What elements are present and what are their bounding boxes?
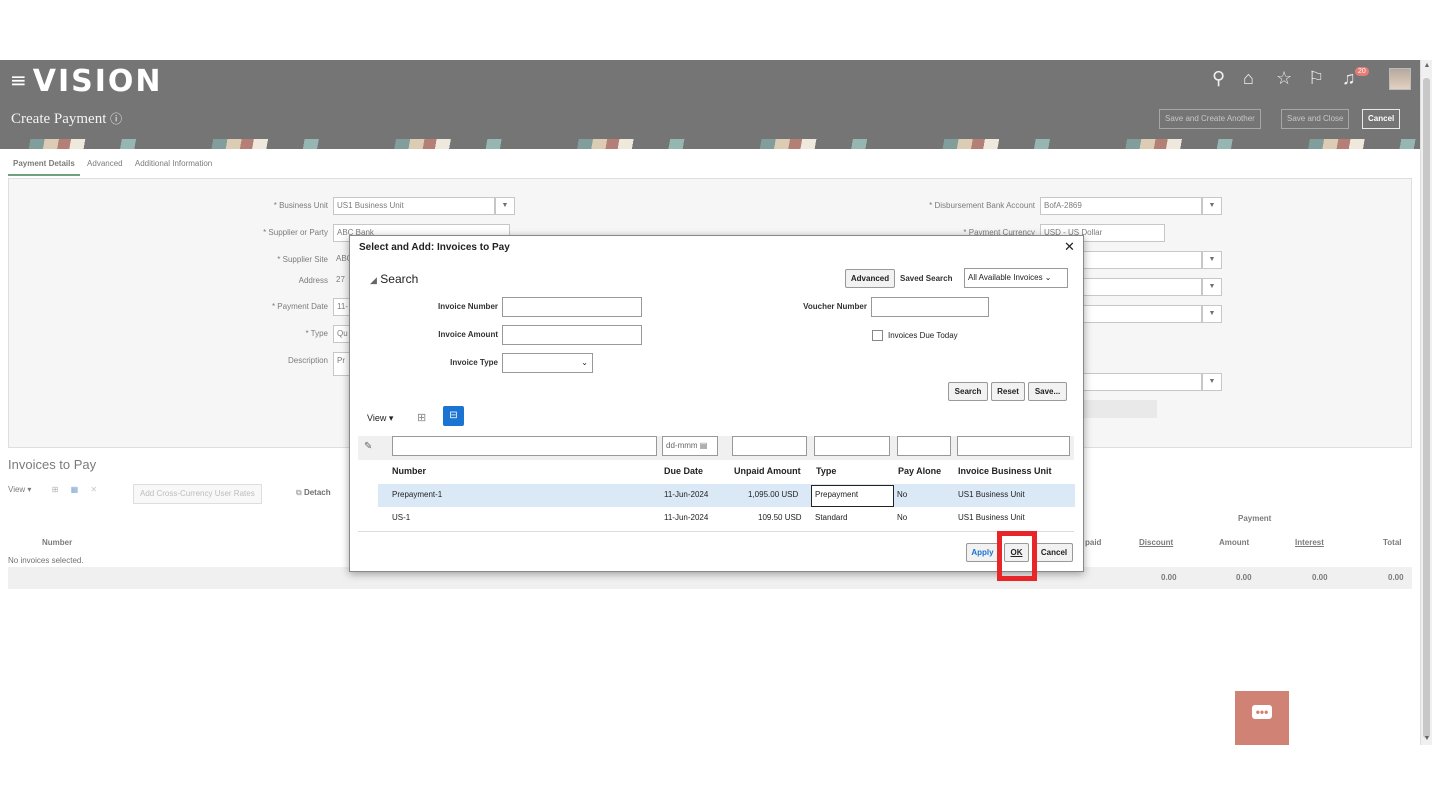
invoice-number-input[interactable] [502,297,642,317]
filter-business-unit[interactable] [957,436,1070,456]
scrollbar-thumb[interactable] [1423,78,1430,738]
table-row[interactable]: US-1 11-Jun-2024 109.50 USD Standard No … [378,507,1075,530]
cell-business-unit: US1 Business Unit [958,490,1025,499]
cell-due-date: 11-Jun-2024 [664,490,709,499]
collapse-triangle-icon: ◢ [370,275,377,285]
col-due-date[interactable]: Due Date [664,466,703,476]
table-row[interactable]: Prepayment-1 11-Jun-2024 1,095.00 USD Pr… [378,484,1075,507]
invoice-type-select[interactable]: ⌄ [502,353,593,373]
select-invoices-dialog: Select and Add: Invoices to Pay ✕ ◢ Sear… [349,235,1084,581]
saved-search-label: Saved Search [900,274,953,283]
col-number[interactable]: Number [392,466,426,476]
calendar-icon[interactable]: ▤ [700,441,708,450]
query-by-example-icon[interactable]: ⊟ [443,406,464,426]
col-unpaid-amount[interactable]: Unpaid Amount [734,466,801,476]
vertical-scrollbar[interactable]: ▲ ▼ [1420,60,1432,745]
cell-number: US-1 [392,513,411,522]
cell-business-unit: US1 Business Unit [958,513,1025,522]
voucher-number-input[interactable] [871,297,989,317]
apply-button[interactable]: Apply [966,543,999,562]
cell-type: Prepayment [815,490,859,499]
invoices-due-today-label: Invoices Due Today [888,331,958,340]
pencil-icon: ✎ [364,441,373,452]
search-section-header[interactable]: ◢ Search [370,272,418,286]
view-menu[interactable]: View ▾ [367,413,393,424]
application-window: ≡ VISION Create Payment ⓘ ⚲ ⌂ ☆ ⚐ ♫ 20 Sa… [0,60,1420,745]
search-button[interactable]: Search [948,382,988,401]
highlight-box [997,531,1037,581]
cell-type: Standard [815,513,848,522]
cell-pay-alone: No [897,513,908,522]
chevron-down-icon: ⌄ [581,358,588,367]
filter-due-date[interactable]: dd-mmm ▤ [662,436,718,456]
scroll-down-icon[interactable]: ▼ [1423,735,1431,743]
saved-search-select[interactable]: All Available Invoices ⌄ [964,268,1068,288]
advanced-button[interactable]: Advanced [845,269,895,288]
freeze-icon[interactable]: ⊞ [417,411,426,424]
filter-type[interactable] [814,436,890,456]
filter-number[interactable] [392,436,657,456]
dialog-title: Select and Add: Invoices to Pay [359,242,510,253]
invoice-amount-input[interactable] [502,325,642,345]
invoices-due-today-checkbox[interactable] [872,330,883,341]
col-type[interactable]: Type [816,466,836,476]
dialog-cancel-button[interactable]: Cancel [1035,543,1073,562]
filter-unpaid-amount[interactable] [732,436,807,456]
col-invoice-business-unit[interactable]: Invoice Business Unit [958,466,1052,476]
invoice-amount-label: Invoice Amount [438,330,498,339]
close-icon[interactable]: ✕ [1064,239,1075,255]
scroll-up-icon[interactable]: ▲ [1423,62,1431,70]
cell-pay-alone: No [897,490,908,499]
divider [358,531,1074,532]
save-search-button[interactable]: Save... [1028,382,1067,401]
invoice-type-label: Invoice Type [450,358,498,367]
col-pay-alone[interactable]: Pay Alone [898,466,941,476]
cell-due-date: 11-Jun-2024 [664,513,709,522]
cell-unpaid: 1,095.00 USD [748,490,799,499]
cell-unpaid: 109.50 USD [758,513,802,522]
cell-number: Prepayment-1 [392,490,443,499]
chevron-down-icon: ⌄ [1044,273,1052,282]
filter-pay-alone[interactable] [897,436,951,456]
invoice-number-label: Invoice Number [437,302,498,311]
voucher-number-label: Voucher Number [803,302,867,311]
reset-button[interactable]: Reset [991,382,1025,401]
